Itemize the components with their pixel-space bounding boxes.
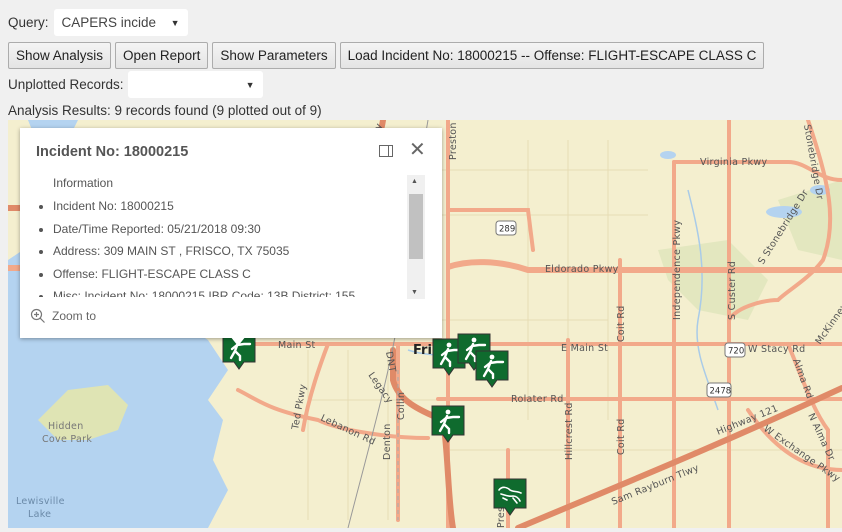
label-collin: Collin xyxy=(396,392,407,420)
unplotted-row: Unplotted Records: ▼ xyxy=(8,71,263,98)
popup-section-header: Information xyxy=(53,176,114,190)
label-stacy: W Stacy Rd xyxy=(748,344,806,355)
label-e-main-st: E Main St xyxy=(561,343,608,354)
unplotted-label: Unplotted Records: xyxy=(8,77,124,92)
incident-marker[interactable] xyxy=(493,478,527,516)
shield-2478: 2478 xyxy=(706,382,732,398)
label-cove-park: Cove Park xyxy=(42,434,92,445)
query-row: Query: CAPERS incide ▼ xyxy=(8,9,188,36)
label-coit: Coit Rd xyxy=(616,418,627,455)
chevron-down-icon: ▼ xyxy=(245,80,255,90)
zoom-to-label: Zoom to xyxy=(52,309,97,323)
query-label: Query: xyxy=(8,15,49,30)
open-report-button[interactable]: Open Report xyxy=(115,42,209,69)
show-analysis-button[interactable]: Show Analysis xyxy=(8,42,112,69)
svg-text:289: 289 xyxy=(499,225,515,235)
query-select[interactable]: CAPERS incide ▼ xyxy=(53,9,188,36)
label-custer: S Custer Rd xyxy=(727,261,738,320)
popup-scrollbar[interactable]: ▲ ▼ xyxy=(407,175,425,299)
label-independence: Independence Pkwy xyxy=(672,220,683,320)
label-hillcrest: Hillcrest Rd xyxy=(564,402,575,460)
popup-field-list: Incident No: 18000215 Date/Time Reported… xyxy=(20,195,410,297)
pond xyxy=(660,151,676,159)
popup-content: Information Incident No: 18000215 Date/T… xyxy=(20,173,410,297)
load-incident-button[interactable]: Load Incident No: 18000215 -- Offense: F… xyxy=(339,42,765,69)
label-mckinney: McKinney xyxy=(813,301,842,347)
incident-popup: Incident No: 18000215 ✕ Information Inci… xyxy=(20,128,442,346)
shield-289: 289 xyxy=(495,220,517,236)
label-main-st: Main St xyxy=(278,340,316,351)
unplotted-select[interactable]: ▼ xyxy=(127,71,263,98)
label-eldorado: Eldorado Pkwy xyxy=(545,264,619,275)
analysis-results-row: Analysis Results: 9 records found (9 plo… xyxy=(8,103,322,118)
toolbar: Show Analysis Open Report Show Parameter… xyxy=(8,42,768,69)
label-hidden: Hidden xyxy=(48,421,84,432)
close-icon[interactable]: ✕ xyxy=(409,140,426,160)
zoom-to-link[interactable]: Zoom to xyxy=(30,308,96,324)
label-lake: Lake xyxy=(28,509,51,520)
svg-text:2478: 2478 xyxy=(710,387,732,397)
label-frisco: Fri xyxy=(413,343,432,358)
show-parameters-button[interactable]: Show Parameters xyxy=(212,42,336,69)
popup-field: Offense: FLIGHT-ESCAPE CLASS C xyxy=(53,263,410,286)
loop-road xyxy=(446,208,535,252)
popup-field: Date/Time Reported: 05/21/2018 09:30 xyxy=(53,218,410,241)
shield-720: 720 xyxy=(724,342,746,358)
label-dnt: DNT xyxy=(383,351,398,374)
popup-pointer xyxy=(230,336,246,346)
label-coit-n: Coit Rd xyxy=(616,305,627,342)
label-virginia: Virginia Pkwy xyxy=(700,157,767,168)
popup-field: Address: 309 MAIN ST , FRISCO, TX 75035 xyxy=(53,240,410,263)
query-select-value: CAPERS incide xyxy=(61,15,157,30)
label-lewisville: Lewisville xyxy=(16,496,65,507)
incident-marker[interactable] xyxy=(431,405,465,443)
scroll-thumb[interactable] xyxy=(409,194,423,259)
scroll-down-icon[interactable]: ▼ xyxy=(411,289,418,296)
label-denton: Denton xyxy=(382,423,393,460)
chevron-down-icon: ▼ xyxy=(170,18,180,28)
label-alma: Alma Rd xyxy=(790,357,815,400)
label-preston: Preston xyxy=(448,122,459,160)
dock-icon[interactable] xyxy=(379,145,393,157)
zoom-in-icon xyxy=(30,308,45,323)
popup-title: Incident No: 18000215 xyxy=(36,144,189,160)
popup-field: Incident No: 18000215 xyxy=(53,195,410,218)
popup-field: Misc: Incident No: 18000215 IBR Code: 13… xyxy=(53,285,410,297)
svg-text:720: 720 xyxy=(728,347,744,357)
incident-marker[interactable] xyxy=(475,350,509,388)
label-rolater: Rolater Rd xyxy=(511,394,564,405)
analysis-results-text: Analysis Results: 9 records found (9 plo… xyxy=(8,103,322,118)
scroll-up-icon[interactable]: ▲ xyxy=(411,178,418,185)
